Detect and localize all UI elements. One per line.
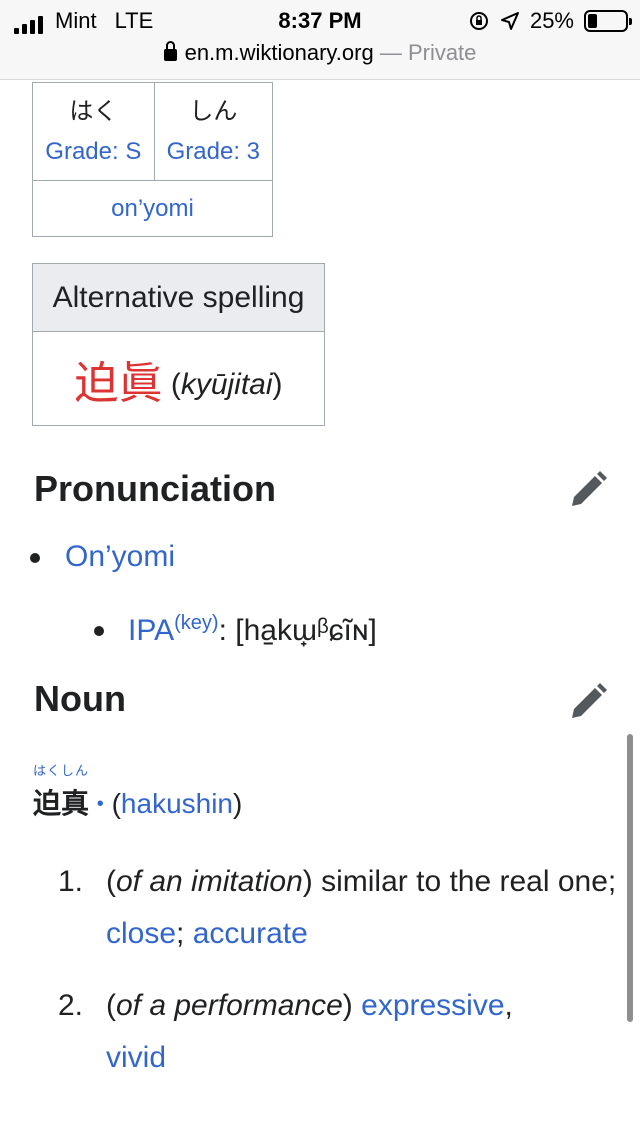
reading-cell-2: しん Grade: 3 (153, 82, 274, 181)
battery-icon (584, 10, 632, 32)
paren-open: ( (111, 788, 121, 819)
ipa-key-link[interactable]: (key) (174, 612, 218, 634)
private-mode-label: Private (407, 40, 477, 65)
kanji-reading-table: はく Grade: S しん Grade: 3 on’yomi (32, 82, 274, 237)
alternative-spelling-table: Alternative spelling 迫眞 (kyūjitai) (32, 263, 325, 426)
alternative-spelling-header: Alternative spelling (32, 263, 325, 332)
vivid-link[interactable]: vivid (106, 1041, 166, 1074)
kyujitai-label: kyūjitai (180, 367, 273, 401)
pronunciation-heading: Pronunciation (34, 468, 276, 509)
address-bar[interactable]: en.m.wiktionary.org — Private (0, 40, 640, 66)
reading-cell-1: はく Grade: S (32, 82, 155, 181)
edit-pencil-icon[interactable] (568, 470, 608, 510)
list-bullet (94, 626, 104, 636)
battery-fill (588, 14, 597, 28)
location-arrow-icon (500, 12, 519, 30)
furigana-ruby: はくしん (33, 763, 90, 778)
alternative-kanji-link[interactable]: 迫眞 (74, 359, 162, 408)
reading-type-cell: on’yomi (32, 180, 273, 237)
paren-open: ( (170, 367, 181, 401)
definition-qualifier: of a performance (116, 989, 343, 1022)
romaji-link[interactable]: hakushin (121, 788, 233, 819)
reading-kana: しん (189, 97, 238, 125)
url-separator: — (379, 40, 402, 65)
status-bar: Mint LTE 8:37 PM 25% en.m.wiktionary.org… (0, 0, 640, 80)
noun-heading: Noun (34, 678, 126, 719)
list-bullet (30, 553, 40, 563)
expressive-link[interactable]: expressive (361, 989, 504, 1022)
close-link[interactable]: close (106, 917, 176, 950)
accurate-link[interactable]: accurate (193, 917, 308, 950)
ipa-transcription: [ha̠kɯ̟ᵝɕĩɴ] (235, 614, 377, 647)
ipa-line: IPA(key): [ha̠kɯ̟ᵝɕĩɴ] (128, 612, 377, 648)
scrollbar[interactable] (627, 734, 633, 1022)
noun-headword-line: 迫真 • (hakushin) (33, 782, 242, 822)
noun-headword: 迫真 (33, 788, 90, 819)
ipa-link[interactable]: IPA (128, 614, 174, 647)
definition-number: 2. (58, 989, 84, 1022)
headword-separator-dot: • (96, 793, 104, 815)
paren-close: ) (272, 367, 283, 401)
definition-text: (of an imitation) similar to the real on… (106, 865, 617, 950)
grade-link[interactable]: Grade: S (45, 138, 141, 165)
onyomi-pronunciation-link[interactable]: On’yomi (65, 540, 175, 574)
url-text: en.m.wiktionary.org (184, 40, 374, 65)
status-icons: 25% (468, 8, 632, 34)
onyomi-link[interactable]: on’yomi (111, 195, 194, 222)
lock-icon (163, 41, 177, 61)
definition-text: (of a performance) expressive, vivid (106, 989, 513, 1074)
reading-kana: はく (69, 97, 118, 125)
alternative-spelling-cell: 迫眞 (kyūjitai) (32, 331, 325, 426)
edit-pencil-icon[interactable] (568, 682, 608, 722)
battery-percent: 25% (529, 8, 574, 33)
rotation-lock-icon (469, 12, 488, 30)
ipa-colon: : (218, 614, 227, 647)
grade-link[interactable]: Grade: 3 (167, 138, 260, 165)
paren-close: ) (233, 788, 243, 819)
definition-qualifier: of an imitation (116, 865, 303, 898)
definition-number: 1. (58, 865, 84, 898)
